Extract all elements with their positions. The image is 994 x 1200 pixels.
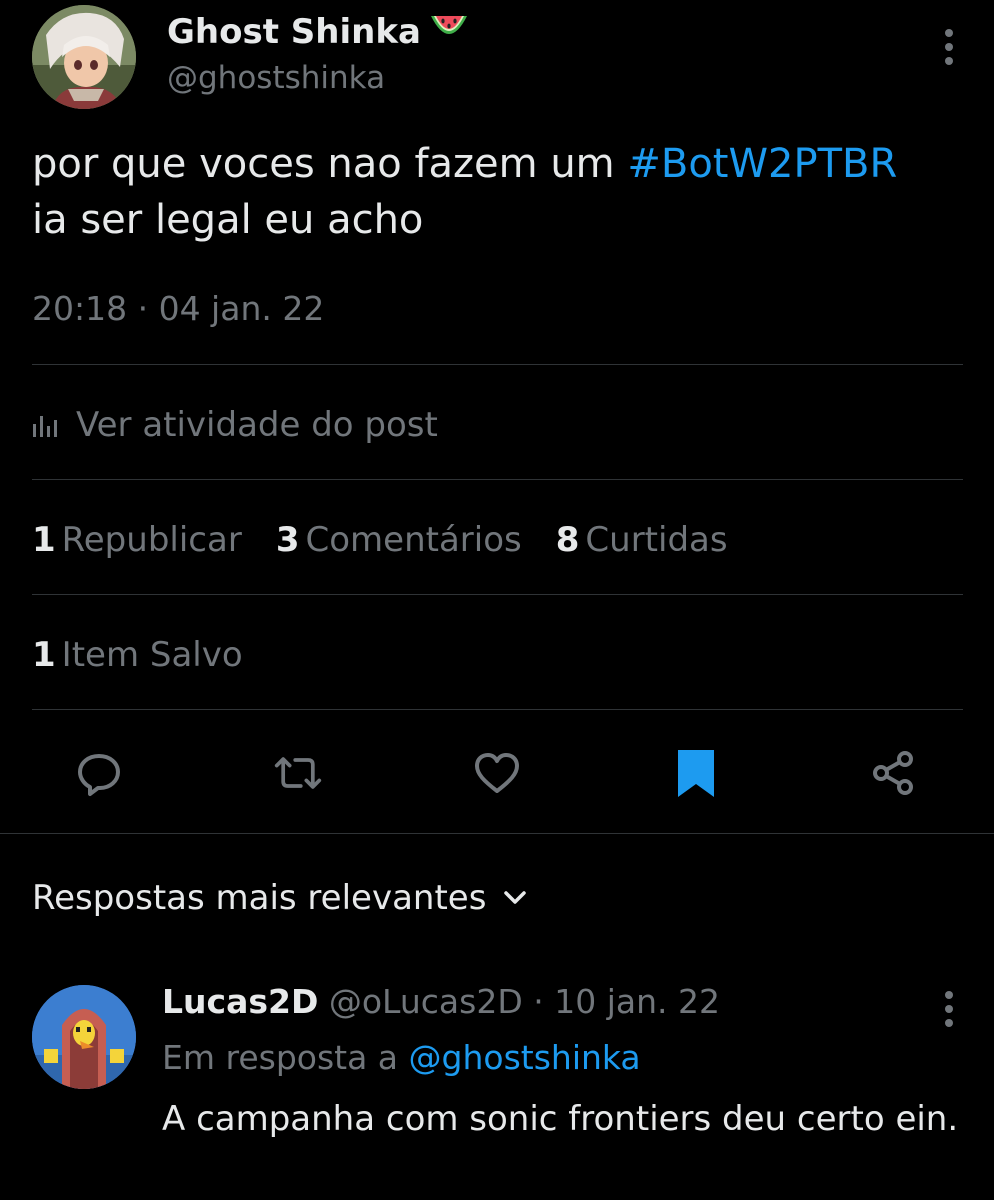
author-handle[interactable]: @ghostshinka xyxy=(167,60,385,96)
bookmark-button[interactable] xyxy=(671,748,721,798)
repost-button[interactable] xyxy=(273,748,323,798)
post-header: Ghost Shinka @ghostshinka xyxy=(0,0,994,120)
reply-more-options-icon[interactable] xyxy=(944,991,954,1027)
post-text-end: ia ser legal eu acho xyxy=(32,197,424,243)
more-options-icon[interactable] xyxy=(944,29,954,65)
reply-button[interactable] xyxy=(74,748,124,798)
more-dot xyxy=(945,1019,953,1027)
likes-count: 8 xyxy=(555,520,580,560)
section-divider xyxy=(0,833,994,834)
author-name[interactable]: Ghost Shinka xyxy=(167,12,469,52)
post-stats: 1 Republicar 3 Comentários 8 Curtidas xyxy=(32,515,762,565)
reposts-count: 1 xyxy=(32,520,56,560)
likes-stat[interactable]: 8 Curtidas xyxy=(556,520,728,560)
reply-icon xyxy=(78,754,120,796)
reply-to-line: Em resposta a @ghostshinka xyxy=(162,1038,641,1077)
reply-author-name[interactable]: Lucas2D xyxy=(162,982,318,1021)
share-button[interactable] xyxy=(869,748,919,798)
like-button[interactable] xyxy=(472,748,522,798)
reply-date[interactable]: · 10 jan. 22 xyxy=(533,982,720,1021)
share-icon xyxy=(873,751,913,795)
post-activity-label: Ver atividade do post xyxy=(76,405,438,445)
likes-label: Curtidas xyxy=(585,520,728,560)
reply-text: A campanha com sonic frontiers deu certo… xyxy=(162,1099,959,1139)
comments-count: 3 xyxy=(275,520,300,560)
post-activity-link[interactable]: Ver atividade do post xyxy=(32,400,438,450)
replies-sort-label: Respostas mais relevantes xyxy=(32,878,487,918)
replies-sort-dropdown[interactable]: Respostas mais relevantes xyxy=(32,874,527,922)
post-text: por que voces nao fazem um #BotW2PTBR ia… xyxy=(32,136,972,248)
reposts-stat[interactable]: 1 Republicar xyxy=(32,520,242,560)
more-dot xyxy=(945,43,953,51)
divider xyxy=(32,364,963,365)
post-text-start: por que voces nao fazem um xyxy=(32,141,628,187)
divider xyxy=(32,709,963,710)
analytics-icon xyxy=(33,416,57,437)
reply-avatar-image xyxy=(32,985,136,1089)
comments-stat[interactable]: 3 Comentários xyxy=(276,520,522,560)
author-avatar[interactable] xyxy=(32,5,136,109)
watermelon-icon xyxy=(429,11,469,51)
reply-avatar[interactable] xyxy=(32,985,136,1089)
more-dot xyxy=(945,57,953,65)
post-timestamp[interactable]: 20:18 · 04 jan. 22 xyxy=(32,289,324,328)
reply-header: Lucas2D @oLucas2D · 10 jan. 22 xyxy=(162,982,720,1021)
divider xyxy=(32,479,963,480)
author-name-text: Ghost Shinka xyxy=(167,12,421,52)
like-icon xyxy=(475,753,519,793)
hashtag-link[interactable]: #BotW2PTBR xyxy=(627,141,897,187)
repost-icon xyxy=(274,757,322,789)
more-dot xyxy=(945,991,953,999)
reply-to-prefix: Em resposta a xyxy=(162,1038,409,1077)
saves-stat[interactable]: 1 Item Salvo xyxy=(32,630,243,680)
saves-count: 1 xyxy=(32,635,56,675)
saves-label: Item Salvo xyxy=(61,635,243,675)
author-avatar-image xyxy=(32,5,136,109)
more-dot xyxy=(945,29,953,37)
reply-author-handle[interactable]: @oLucas2D xyxy=(329,982,523,1021)
bookmark-icon xyxy=(678,750,714,797)
reply-to-mention[interactable]: @ghostshinka xyxy=(409,1038,641,1077)
chevron-down-icon xyxy=(504,891,527,904)
divider xyxy=(32,594,963,595)
more-dot xyxy=(945,1005,953,1013)
comments-label: Comentários xyxy=(305,520,522,560)
reposts-label: Republicar xyxy=(61,520,242,560)
